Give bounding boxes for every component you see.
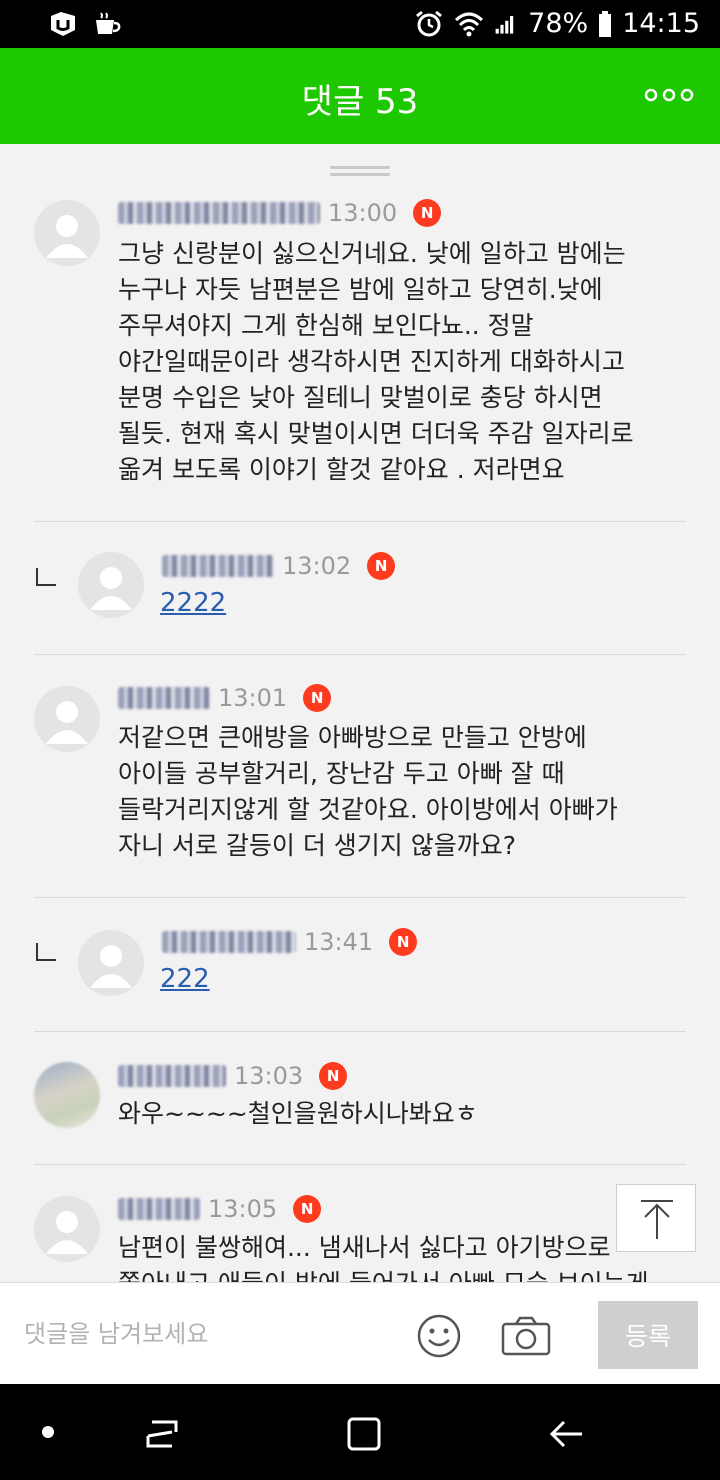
avatar[interactable] <box>34 200 100 266</box>
avatar[interactable] <box>34 686 100 752</box>
default-avatar-icon <box>46 215 88 258</box>
new-badge: N <box>389 928 418 956</box>
battery-percent: 78% <box>528 8 589 39</box>
nav-dot-icon[interactable] <box>42 1426 54 1438</box>
app-icon <box>51 12 75 36</box>
comment-meta: 13:02 N <box>162 551 396 581</box>
new-badge: N <box>293 1195 322 1223</box>
blurred-username <box>118 202 320 224</box>
page-title: 댓글 53 <box>301 82 419 122</box>
battery-icon <box>599 10 612 37</box>
camera-icon[interactable] <box>500 1315 552 1357</box>
comment-meta: 13:00 N <box>118 198 442 228</box>
default-avatar-icon <box>46 701 88 744</box>
comment-meta: 13:05 N <box>118 1194 322 1224</box>
comment-meta: 13:01 N <box>118 683 332 713</box>
comment-input[interactable] <box>24 1313 384 1355</box>
avatar-photo[interactable] <box>34 1062 100 1128</box>
comment-time: 13:05 <box>208 1195 278 1223</box>
comment-list[interactable]: 13:00 N 그냥 신랑분이 싫으신거네요. 낮에 일하고 밤에는 누구나 자… <box>0 144 720 1282</box>
default-avatar-icon <box>46 1211 88 1254</box>
status-bar: 78% 14:15 <box>0 0 720 48</box>
divider <box>34 897 686 898</box>
default-avatar-icon <box>90 567 132 610</box>
alarm-icon <box>416 10 443 36</box>
comment-time: 13:03 <box>234 1062 304 1090</box>
home-icon[interactable] <box>344 1414 384 1454</box>
comment-text-link[interactable]: 222 <box>160 964 210 994</box>
blurred-username <box>118 687 210 709</box>
scroll-top-button[interactable] <box>616 1184 696 1252</box>
comment-time: 13:41 <box>304 928 374 956</box>
smiley-icon[interactable] <box>416 1313 462 1359</box>
blurred-username <box>118 1065 226 1087</box>
comment-text: 그냥 신랑분이 싫으신거네요. 낮에 일하고 밤에는 누구나 자듯 남편분은 밤… <box>118 239 634 484</box>
reply-indicator-icon <box>36 943 56 961</box>
blurred-username <box>162 931 296 953</box>
avatar[interactable] <box>78 552 144 618</box>
comment-time: 13:00 <box>328 199 398 227</box>
new-badge: N <box>319 1062 348 1090</box>
default-avatar-icon <box>90 945 132 988</box>
blurred-username <box>118 1198 200 1220</box>
new-badge: N <box>413 199 442 227</box>
system-nav-bar <box>0 1384 720 1480</box>
comment-time: 13:01 <box>218 684 288 712</box>
blurred-username <box>162 555 274 577</box>
divider <box>34 654 686 655</box>
comment-text: 와우~~~~철인을원하시나봐요ㅎ <box>118 1099 478 1128</box>
new-badge: N <box>367 552 396 580</box>
comment-text: 남편이 불쌍해여... 냄새나서 싫다고 아기방으로 쫓아내고 애들이 밤에 들… <box>118 1233 649 1282</box>
comment-text-link[interactable]: 2222 <box>160 588 226 618</box>
drag-handle[interactable] <box>330 166 390 176</box>
avatar[interactable] <box>78 930 144 996</box>
comment-input-bar: 등록 <box>0 1282 720 1384</box>
signal-icon <box>495 15 514 34</box>
wifi-icon <box>455 12 484 36</box>
clock: 14:15 <box>622 8 700 39</box>
avatar[interactable] <box>34 1196 100 1262</box>
comment-meta: 13:03 N <box>118 1061 348 1091</box>
recent-apps-icon[interactable] <box>142 1414 182 1454</box>
comments-header: 댓글 53 <box>0 48 720 144</box>
more-dots-icon[interactable] <box>644 80 694 110</box>
comment-time: 13:02 <box>282 552 352 580</box>
back-icon[interactable] <box>546 1414 586 1454</box>
divider <box>34 521 686 522</box>
comment-meta: 13:41 N <box>162 927 418 957</box>
divider <box>34 1031 686 1032</box>
divider <box>34 1164 686 1165</box>
arrow-up-icon <box>641 1200 673 1239</box>
coffee-icon <box>96 12 121 34</box>
comment-text: 저같으면 큰애방을 아빠방으로 만들고 안방에 아이들 공부할거리, 장난감 두… <box>118 723 618 860</box>
submit-button[interactable]: 등록 <box>598 1301 698 1369</box>
reply-indicator-icon <box>36 568 56 586</box>
new-badge: N <box>303 684 332 712</box>
